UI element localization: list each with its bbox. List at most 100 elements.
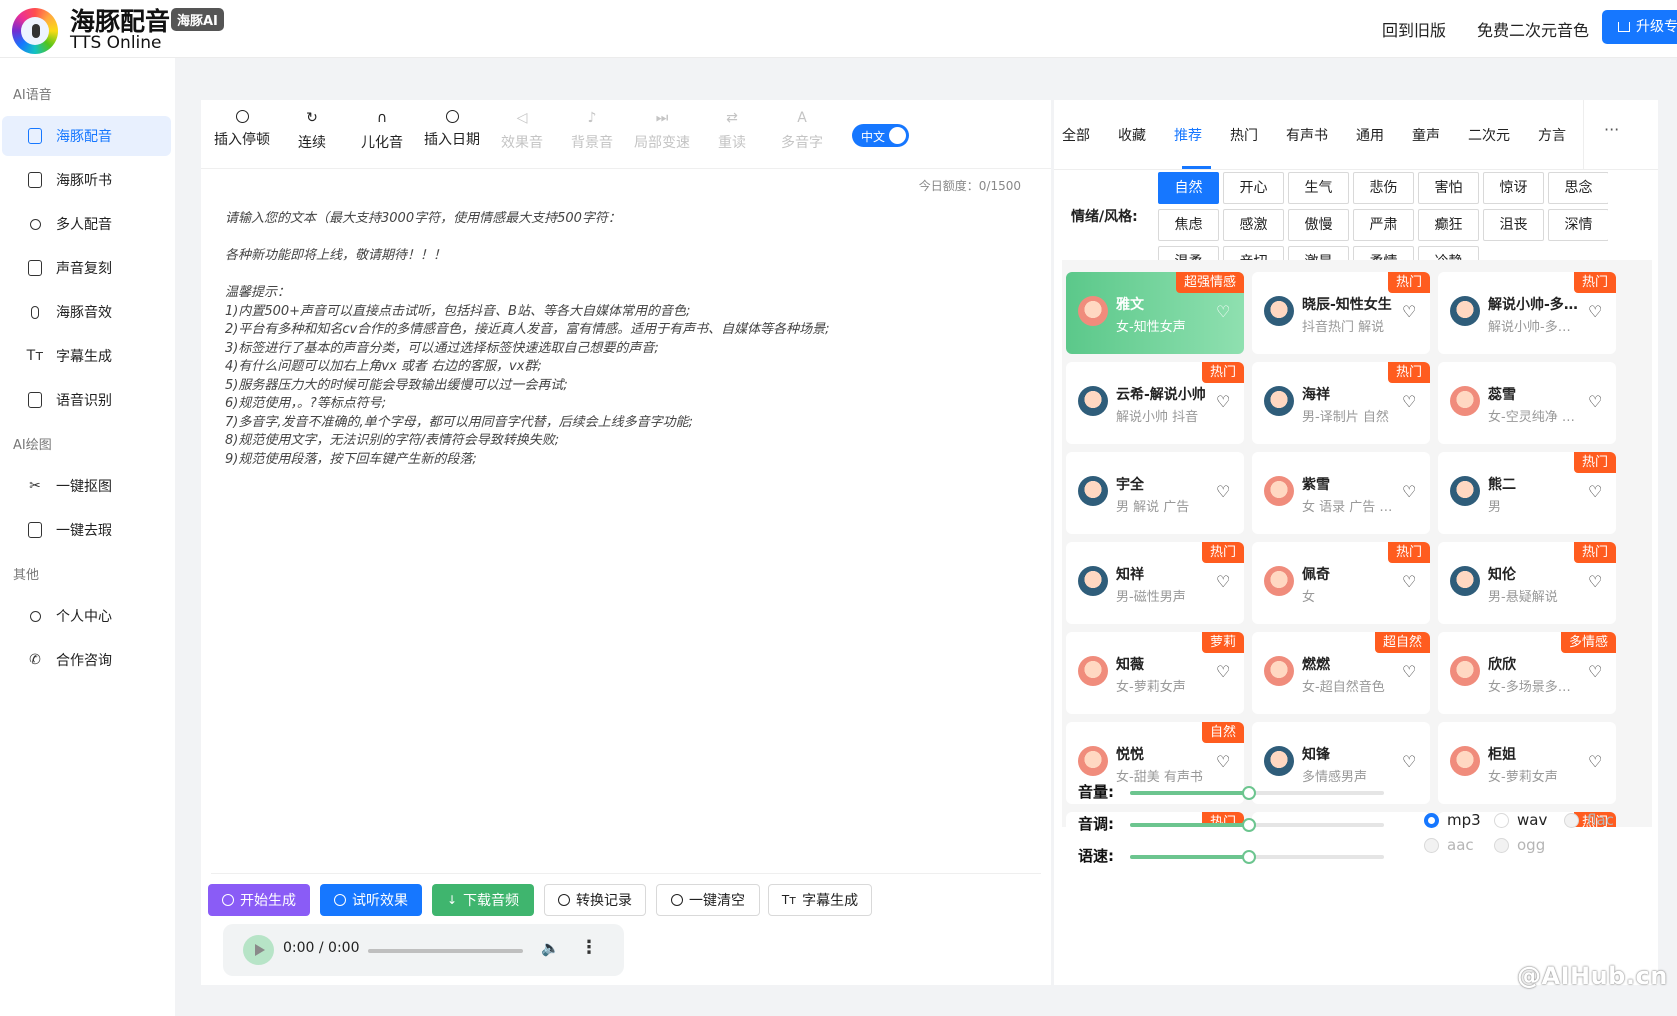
emotion-chip[interactable]: 开心 (1223, 172, 1284, 204)
format-radio[interactable]: wav (1494, 811, 1547, 829)
favorite-heart-icon[interactable]: ♡ (1588, 572, 1602, 591)
favorite-heart-icon[interactable]: ♡ (1588, 482, 1602, 501)
favorite-heart-icon[interactable]: ♡ (1402, 662, 1416, 681)
tab-voice-category[interactable]: 收藏 (1118, 125, 1146, 145)
emotion-chip[interactable]: 思念 (1548, 172, 1608, 204)
favorite-heart-icon[interactable]: ♡ (1402, 392, 1416, 411)
favorite-heart-icon[interactable]: ♡ (1402, 572, 1416, 591)
background-music-button[interactable]: ♪ 背景音 (557, 110, 627, 152)
preview-button[interactable]: 试听效果 (320, 884, 422, 916)
sidebar-item-cooperation[interactable]: ✆ 合作咨询 (2, 640, 171, 680)
play-button[interactable] (243, 935, 274, 965)
player-progress-bar[interactable] (368, 949, 523, 953)
emotion-chip[interactable]: 严肃 (1353, 209, 1414, 241)
favorite-heart-icon[interactable]: ♡ (1402, 752, 1416, 771)
voice-card[interactable]: 知伦 男-悬疑解说 ♡ 热门 (1438, 542, 1616, 624)
slider-handle[interactable] (1242, 850, 1257, 864)
tab-voice-category[interactable]: 童声 (1412, 125, 1440, 145)
emotion-chip[interactable]: 生气 (1288, 172, 1349, 204)
insert-pause-button[interactable]: 插入停顿 (207, 110, 277, 149)
sidebar-item-sound-effects[interactable]: 海豚音效 (2, 292, 171, 332)
favorite-heart-icon[interactable]: ♡ (1216, 662, 1230, 681)
upgrade-button[interactable]: 升级专 (1602, 10, 1677, 44)
sidebar-item-cutout[interactable]: ✂ 一键抠图 (2, 466, 171, 506)
emotion-chip[interactable]: 深情 (1548, 209, 1608, 241)
voice-card[interactable]: 紫雪女 语录 广告 温柔 ♡ (1252, 452, 1430, 534)
history-button[interactable]: 转换记录 (544, 884, 646, 916)
insert-date-button[interactable]: 插入日期 (417, 110, 487, 149)
format-radio[interactable]: ogg (1494, 836, 1545, 854)
favorite-heart-icon[interactable]: ♡ (1588, 392, 1602, 411)
voice-card[interactable]: 雅文 女-知性女声 ♡ 超强情感 (1066, 272, 1244, 354)
emotion-chip[interactable]: 癫狂 (1418, 209, 1479, 241)
emotion-chip[interactable]: 沮丧 (1483, 209, 1544, 241)
reread-button[interactable]: ⇄ 重读 (697, 110, 767, 152)
volume-slider[interactable] (1130, 786, 1384, 800)
sidebar-item-profile[interactable]: 个人中心 (2, 596, 171, 636)
voice-card[interactable]: 燃燃 女-超自然音色 ♡ 超自然 (1252, 632, 1430, 714)
favorite-heart-icon[interactable]: ♡ (1216, 752, 1230, 771)
emotion-chip[interactable]: 傲慢 (1288, 209, 1349, 241)
old-version-link[interactable]: 回到旧版 (1382, 17, 1446, 41)
slider-handle[interactable] (1242, 818, 1257, 832)
voice-card[interactable]: 海祥 男-译制片 自然 ♡ 热门 (1252, 362, 1430, 444)
tab-voice-category[interactable]: 全部 (1062, 125, 1090, 145)
voice-card[interactable]: 解说小帅-多情感解说小帅-多情感 ♡ 热门 (1438, 272, 1616, 354)
tab-voice-category[interactable]: 热门 (1230, 125, 1258, 145)
favorite-heart-icon[interactable]: ♡ (1216, 302, 1230, 321)
favorite-heart-icon[interactable]: ♡ (1216, 482, 1230, 501)
favorite-heart-icon[interactable]: ♡ (1588, 662, 1602, 681)
partial-speed-button[interactable]: ⏭ 局部变速 (627, 110, 697, 152)
sidebar-item-audiobook[interactable]: 海豚听书 (2, 160, 171, 200)
favorite-heart-icon[interactable]: ♡ (1402, 302, 1416, 321)
subtitle-button[interactable]: Tт 字幕生成 (768, 884, 872, 916)
speed-slider[interactable] (1130, 850, 1384, 864)
sound-effect-button[interactable]: ◁ 效果音 (487, 110, 557, 152)
logo[interactable] (12, 8, 58, 54)
favorite-heart-icon[interactable]: ♡ (1216, 392, 1230, 411)
sidebar-item-speech-recognition[interactable]: 语音识别 (2, 380, 171, 420)
start-generate-button[interactable]: 开始生成 (208, 884, 310, 916)
polyphone-button[interactable]: A 多音字 (767, 110, 837, 152)
tab-voice-category[interactable]: 通用 (1356, 125, 1384, 145)
sidebar-item-blemish-removal[interactable]: 一键去瑕 (2, 510, 171, 550)
tab-voice-category[interactable]: 推荐 (1174, 125, 1202, 145)
erhua-button[interactable]: ∩ 儿化音 (347, 110, 417, 152)
continuous-button[interactable]: ↻ 连续 (277, 110, 347, 152)
tab-voice-category[interactable]: 二次元 (1468, 125, 1510, 145)
voice-card[interactable]: 知祥 男-磁性男声 ♡ 热门 (1066, 542, 1244, 624)
sidebar-item-multi-dubbing[interactable]: 多人配音 (2, 204, 171, 244)
emotion-chip[interactable]: 惊讶 (1483, 172, 1544, 204)
emotion-chip[interactable]: 悲伤 (1353, 172, 1414, 204)
voice-card[interactable]: 熊二男 ♡ 热门 (1438, 452, 1616, 534)
voice-card[interactable]: 佩奇女 ♡ 热门 (1252, 542, 1430, 624)
tab-voice-category[interactable]: 有声书 (1286, 125, 1328, 145)
voice-card[interactable]: 宇全男 解说 广告 ♡ (1066, 452, 1244, 534)
voice-card[interactable]: 柜姐 女-萝莉女声 ♡ (1438, 722, 1616, 804)
more-tabs-icon[interactable]: ··· (1604, 120, 1619, 139)
format-radio[interactable]: flac (1564, 811, 1614, 829)
pitch-slider[interactable] (1130, 818, 1384, 832)
favorite-heart-icon[interactable]: ♡ (1402, 482, 1416, 501)
voice-card[interactable]: 蕊雪 女-空灵纯净 温柔 ♡ (1438, 362, 1616, 444)
favorite-heart-icon[interactable]: ♡ (1216, 572, 1230, 591)
voice-card[interactable]: 欣欣 女-多场景多情感 ♡ 多情感 (1438, 632, 1616, 714)
emotion-chip[interactable]: 焦虑 (1158, 209, 1219, 241)
sidebar-item-subtitles[interactable]: Tт 字幕生成 (2, 336, 171, 376)
sidebar-item-dolphin-dubbing[interactable]: 海豚配音 (2, 116, 171, 156)
format-radio[interactable]: aac (1424, 836, 1474, 854)
voice-card[interactable]: 云希-解说小帅 解说小帅 抖音 ♡ 热门 (1066, 362, 1244, 444)
emotion-chip[interactable]: 害怕 (1418, 172, 1479, 204)
emotion-chip[interactable]: 感激 (1223, 209, 1284, 241)
favorite-heart-icon[interactable]: ♡ (1588, 302, 1602, 321)
emotion-chip[interactable]: 自然 (1158, 172, 1219, 204)
voice-card[interactable]: 知薇 女-萝莉女声 ♡ 萝莉 (1066, 632, 1244, 714)
more-options-icon[interactable]: ⋮ (580, 937, 598, 958)
tab-voice-category[interactable]: 方言 (1538, 125, 1566, 145)
sidebar-item-voice-clone[interactable]: 声音复刻 (2, 248, 171, 288)
voice-card[interactable]: 晓辰-知性女生 抖音热门 解说 ♡ 热门 (1252, 272, 1430, 354)
favorite-heart-icon[interactable]: ♡ (1588, 752, 1602, 771)
volume-icon[interactable]: 🔈 (541, 939, 560, 957)
free-anime-voices-link[interactable]: 免费二次元音色 (1477, 17, 1589, 41)
text-input-area[interactable]: 请输入您的文本（最大支持3000字符，使用情感最大支持500字符： 各种新功能即将… (225, 210, 1025, 469)
